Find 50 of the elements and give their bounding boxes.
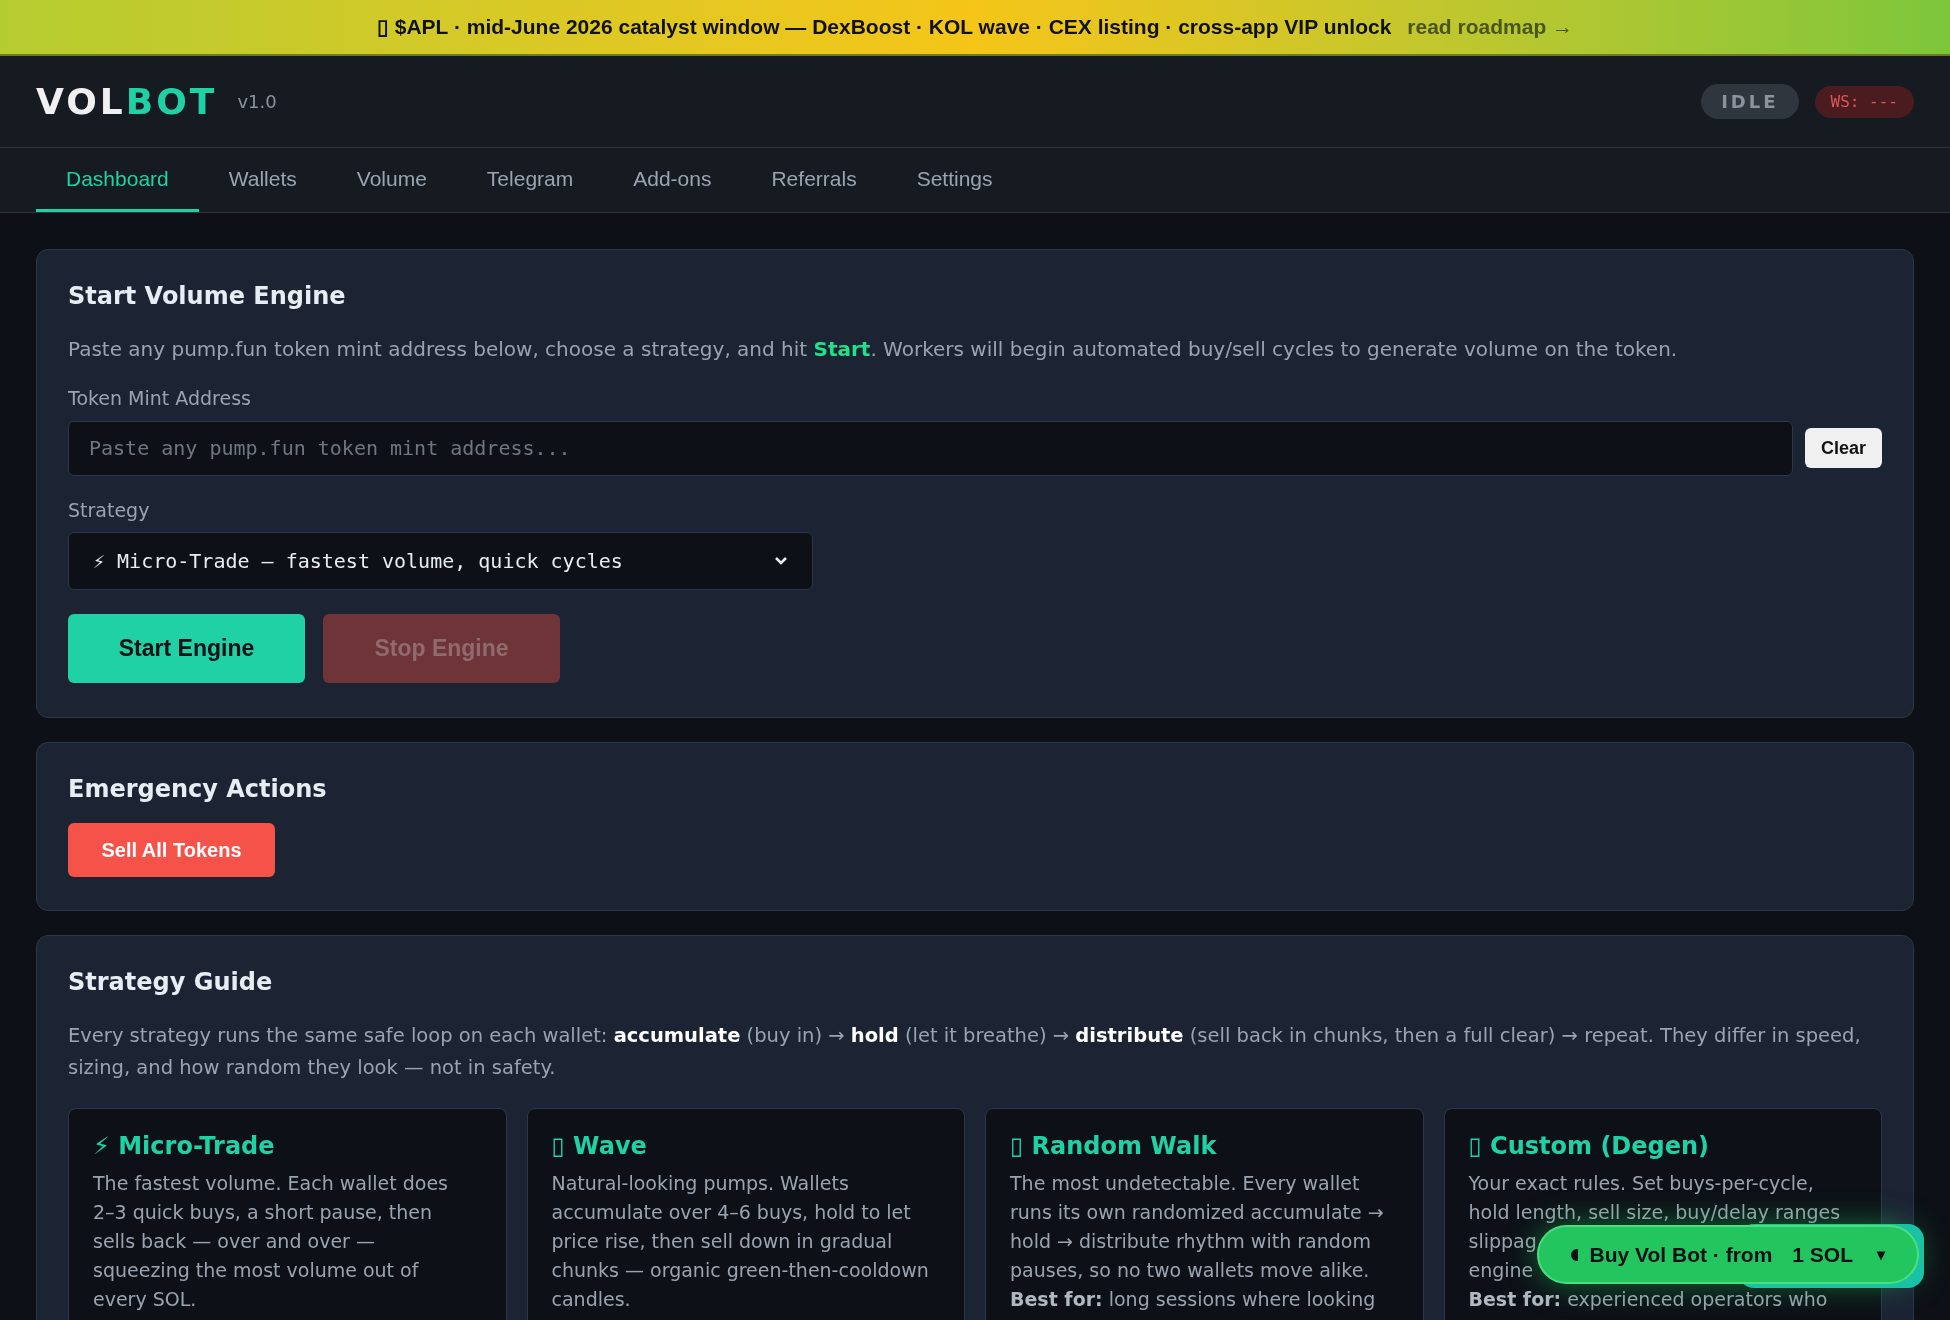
card-description: runs its own randomized accumulate → bbox=[1010, 1201, 1384, 1224]
version-label: v1.0 bbox=[237, 90, 277, 114]
card-description: The most undetectable. Every wallet bbox=[1010, 1172, 1360, 1195]
panel-title: Start Volume Engine bbox=[68, 281, 347, 312]
card-title: ▯ Custom (Degen) bbox=[1468, 1131, 1711, 1161]
panel-title: Emergency Actions bbox=[68, 774, 328, 805]
card-description: candles. bbox=[551, 1288, 631, 1311]
card-description: sells back — over and over — bbox=[93, 1230, 375, 1253]
nav-tab[interactable]: Referrals bbox=[741, 148, 887, 212]
logo: VOLBOT bbox=[36, 79, 218, 124]
card-description: Natural-looking pumps. Wallets bbox=[551, 1172, 849, 1195]
card-description: pauses, so no two wallets move alike. bbox=[1010, 1259, 1370, 1282]
status-badge: IDLE bbox=[1701, 84, 1799, 119]
chevron-down-icon bbox=[774, 556, 788, 566]
panel-title: Strategy Guide bbox=[68, 967, 274, 998]
card-description: price rise, then sell down in gradual bbox=[551, 1230, 893, 1253]
banner-text: ▯ $APL · mid-June 2026 catalyst window — DexBoost · KOL wave · CEX listing · cross-app VIP unlock bbox=[376, 14, 1392, 41]
nav-tab[interactable]: Wallets bbox=[198, 148, 327, 212]
card-description: engine bbox=[1468, 1259, 1534, 1282]
card-title: ⚡ Micro-Trade bbox=[93, 1131, 276, 1161]
guide-intro-text: Every strategy runs the same safe loop on each wallet: accumulate (buy in) → hold (let it breathe) → distribute (sell back in chunks, then a full clear) → repeat. They differ in speed, sizing, and how random they look — not in safety. bbox=[68, 1023, 1862, 1081]
nav-tab[interactable]: Telegram bbox=[456, 148, 604, 212]
nav-tab[interactable]: Settings bbox=[886, 148, 1023, 212]
card-title: ▯ Wave bbox=[551, 1131, 648, 1161]
start-engine-button[interactable]: Start Engine bbox=[68, 614, 305, 683]
nav-tab[interactable]: Add-ons bbox=[603, 148, 742, 212]
card-description: Best for: experienced operators who bbox=[1468, 1288, 1828, 1311]
card-title: ▯ Random Walk bbox=[1010, 1131, 1218, 1161]
nav-tab[interactable]: Dashboard bbox=[36, 148, 199, 212]
card-description: Your exact rules. Set buys-per-cycle, bbox=[1468, 1172, 1814, 1195]
card-description: The fastest volume. Each wallet does bbox=[93, 1172, 448, 1195]
card-description: chunks — organic green-then-cooldown bbox=[551, 1259, 929, 1282]
websocket-badge: WS: --- bbox=[1814, 85, 1914, 118]
card-description: hold length, sell size, buy/delay ranges bbox=[1468, 1201, 1841, 1224]
clear-button[interactable]: Clear bbox=[1804, 428, 1882, 468]
field-label: Token Mint Address bbox=[68, 386, 252, 411]
card-description: accumulate over 4–6 buys, hold to let bbox=[551, 1201, 911, 1224]
mint-address-field[interactable]: Paste any pump.fun token mint address... bbox=[68, 420, 1793, 476]
card-description: every SOL. bbox=[93, 1288, 197, 1311]
card-description: Best for: long sessions where looking bbox=[1010, 1288, 1376, 1311]
strategy-select[interactable]: ⚡ Micro-Trade — fastest volume, quick cycles bbox=[68, 532, 813, 590]
buy-bot-button[interactable]: Buy Vol Bot · from 1 SOL ▾ bbox=[1537, 1225, 1919, 1284]
card-description: hold → distribute rhythm with random bbox=[1010, 1230, 1371, 1253]
field-label: Strategy bbox=[68, 497, 151, 523]
nav-tab[interactable]: Volume bbox=[326, 148, 457, 212]
roadmap-link[interactable]: read roadmap → bbox=[1407, 11, 1574, 43]
card-description: squeezing the most volume out of bbox=[93, 1259, 419, 1282]
card-description: 2–3 quick buys, a short pause, then bbox=[93, 1201, 433, 1224]
intro-text: Paste any pump.fun token mint address below, choose a strategy, and hit Start. Workers will begin automated buy/sell cycles to generate volume on the token. bbox=[68, 336, 1679, 363]
card-description: slippag bbox=[1468, 1230, 1537, 1253]
